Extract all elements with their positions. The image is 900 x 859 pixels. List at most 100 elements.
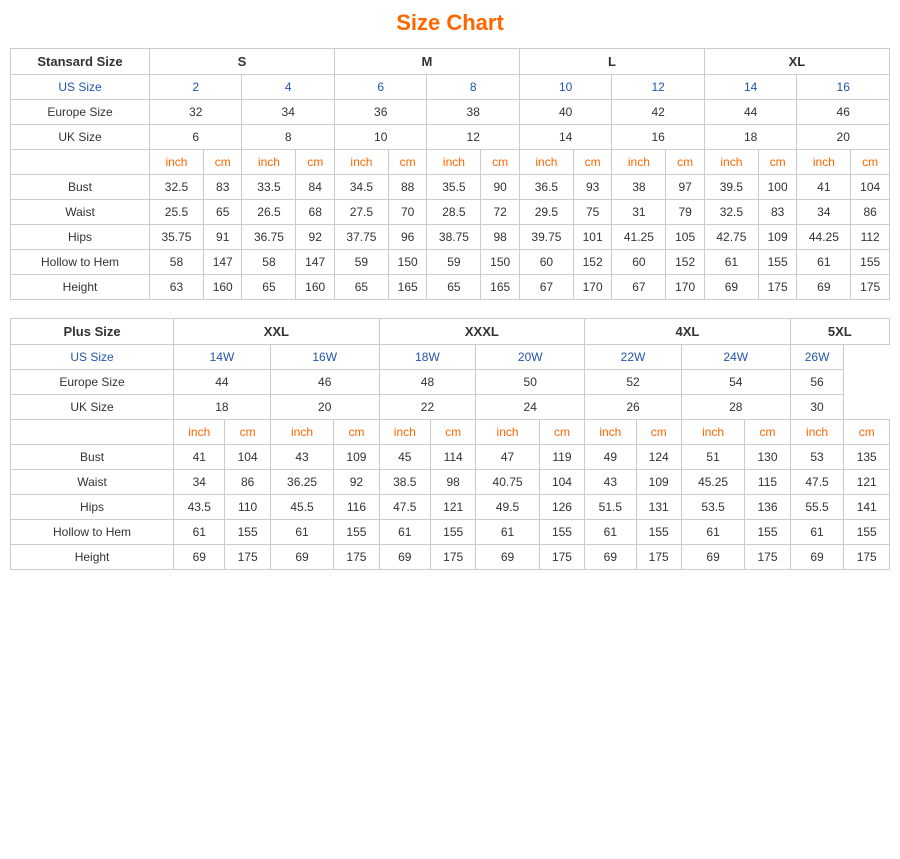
standard-header: Stansard Size: [11, 49, 150, 75]
height-9: 170: [573, 275, 612, 300]
us-size-6: 6: [334, 75, 426, 100]
bust-7: 90: [481, 175, 520, 200]
ph-12: 55.5: [790, 495, 844, 520]
europe-size-label: Europe Size: [11, 100, 150, 125]
bust-3: 84: [296, 175, 335, 200]
pw-8: 43: [585, 470, 636, 495]
plus-uk-26: 26: [585, 395, 682, 420]
hips-label: Hips: [11, 225, 150, 250]
hollow-7: 150: [481, 250, 520, 275]
phl-7: 155: [539, 520, 584, 545]
hollow-11: 152: [666, 250, 705, 275]
std-cm-6: cm: [666, 150, 705, 175]
bust-4: 34.5: [334, 175, 388, 200]
uk-12: 12: [427, 125, 519, 150]
hollow-14: 61: [797, 250, 851, 275]
pht-1: 175: [225, 545, 270, 570]
pw-6: 40.75: [476, 470, 539, 495]
pb-1: 104: [225, 445, 270, 470]
eu-46: 46: [797, 100, 890, 125]
plus-us-18w: 18W: [379, 345, 476, 370]
plus-inch-5: inch: [585, 420, 636, 445]
bust-2: 33.5: [242, 175, 296, 200]
bust-label: Bust: [11, 175, 150, 200]
pb-11: 130: [745, 445, 790, 470]
plus-waist-label: Waist: [11, 470, 174, 495]
hips-9: 101: [573, 225, 612, 250]
hips-15: 112: [851, 225, 890, 250]
height-1: 160: [203, 275, 242, 300]
bust-11: 97: [666, 175, 705, 200]
size-5xl: 5XL: [790, 319, 889, 345]
pb-8: 49: [585, 445, 636, 470]
hollow-4: 59: [334, 250, 388, 275]
hips-12: 42.75: [704, 225, 758, 250]
std-cm-5: cm: [573, 150, 612, 175]
pht-6: 69: [476, 545, 539, 570]
hips-3: 92: [296, 225, 335, 250]
std-inch-8: inch: [797, 150, 851, 175]
plus-us-24w: 24W: [681, 345, 790, 370]
plus-unit-header-row: inch cm inch cm inch cm inch cm inch cm …: [11, 420, 890, 445]
hips-1: 91: [203, 225, 242, 250]
plus-cm-6: cm: [745, 420, 790, 445]
height-label: Height: [11, 275, 150, 300]
uk-18: 18: [704, 125, 796, 150]
std-inch-7: inch: [704, 150, 758, 175]
height-4: 65: [334, 275, 388, 300]
ph-13: 141: [844, 495, 890, 520]
eu-44: 44: [704, 100, 796, 125]
bust-6: 35.5: [427, 175, 481, 200]
plus-eu-44: 44: [174, 370, 271, 395]
uk-size-label: UK Size: [11, 125, 150, 150]
ph-8: 51.5: [585, 495, 636, 520]
eu-38: 38: [427, 100, 519, 125]
std-inch-1: inch: [150, 150, 204, 175]
hips-2: 36.75: [242, 225, 296, 250]
std-inch-6: inch: [612, 150, 666, 175]
pht-5: 175: [430, 545, 475, 570]
waist-10: 31: [612, 200, 666, 225]
eu-34: 34: [242, 100, 334, 125]
plus-uk-24: 24: [476, 395, 585, 420]
pw-7: 104: [539, 470, 584, 495]
plus-size-table: Plus Size XXL XXXL 4XL 5XL US Size 14W 1…: [10, 318, 890, 570]
height-3: 160: [296, 275, 335, 300]
us-size-14: 14: [704, 75, 796, 100]
waist-13: 83: [758, 200, 797, 225]
uk-10: 10: [334, 125, 426, 150]
height-0: 63: [150, 275, 204, 300]
waist-3: 68: [296, 200, 335, 225]
ph-4: 47.5: [379, 495, 430, 520]
plus-us-size-row: US Size 14W 16W 18W 20W 22W 24W 26W: [11, 345, 890, 370]
pht-13: 175: [844, 545, 890, 570]
plus-us-16w: 16W: [270, 345, 379, 370]
hips-6: 38.75: [427, 225, 481, 250]
eu-36: 36: [334, 100, 426, 125]
phl-9: 155: [636, 520, 681, 545]
hips-5: 96: [388, 225, 427, 250]
waist-12: 32.5: [704, 200, 758, 225]
bust-row: Bust 32.5 83 33.5 84 34.5 88 35.5 90 36.…: [11, 175, 890, 200]
height-10: 67: [612, 275, 666, 300]
us-size-10: 10: [519, 75, 611, 100]
plus-us-20w: 20W: [476, 345, 585, 370]
plus-hollow-label: Hollow to Hem: [11, 520, 174, 545]
eu-42: 42: [612, 100, 704, 125]
hips-13: 109: [758, 225, 797, 250]
phl-6: 61: [476, 520, 539, 545]
std-cm-4: cm: [481, 150, 520, 175]
standard-size-table: Stansard Size S M L XL US Size 2 4 6 8 1…: [10, 48, 890, 300]
waist-1: 65: [203, 200, 242, 225]
plus-bust-label: Bust: [11, 445, 174, 470]
plus-uk-20: 20: [270, 395, 379, 420]
plus-uk-22: 22: [379, 395, 476, 420]
hollow-8: 60: [519, 250, 573, 275]
bust-14: 41: [797, 175, 851, 200]
waist-11: 79: [666, 200, 705, 225]
plus-inch-3: inch: [379, 420, 430, 445]
ph-5: 121: [430, 495, 475, 520]
pht-4: 69: [379, 545, 430, 570]
pb-3: 109: [334, 445, 379, 470]
waist-9: 75: [573, 200, 612, 225]
